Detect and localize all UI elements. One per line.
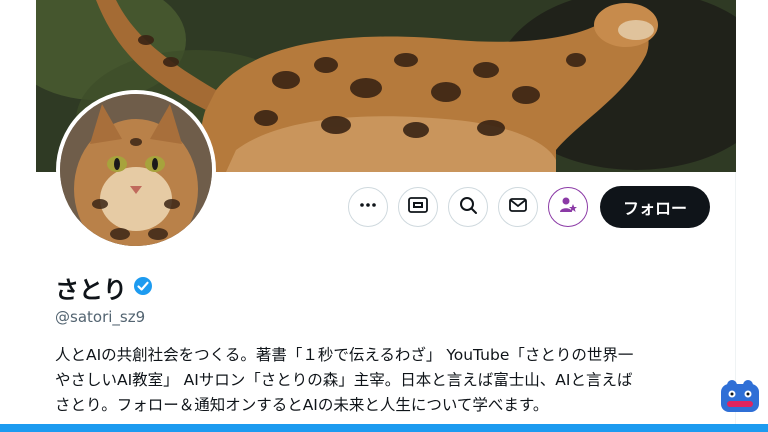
subscribe-icon	[558, 195, 578, 219]
profile-handle: @satori_sz9	[55, 308, 146, 326]
mascot-icon	[718, 378, 762, 416]
message-button[interactable]	[498, 187, 538, 227]
verified-badge-icon	[133, 274, 153, 302]
subscribe-button[interactable]	[548, 187, 588, 227]
bio-line-1: 人とAIの共創社会をつくる。著書「１秒で伝えるわざ」 YouTube「さとりの世…	[55, 346, 634, 364]
bio-line-3: さとり。フォロー＆通知オンするとAIの未来と人生について学べます。	[55, 396, 549, 414]
bottom-accent-bar	[0, 424, 768, 432]
more-button[interactable]	[348, 187, 388, 227]
search-icon	[458, 195, 478, 219]
profile-bio: 人とAIの共創社会をつくる。著書「１秒で伝えるわざ」 YouTube「さとりの世…	[55, 343, 715, 418]
more-icon	[358, 195, 378, 219]
right-margin	[735, 0, 768, 432]
bio-line-2: やさしいAI教室」 AIサロン「さとりの森」主宰。日本と言えば富士山、AIと言え…	[55, 371, 633, 389]
avatar-image	[60, 94, 212, 246]
profile-actions: フォロー	[348, 186, 710, 228]
profile-name-text: さとり	[55, 276, 127, 304]
avatar[interactable]	[56, 90, 216, 250]
left-margin	[0, 0, 36, 432]
message-icon	[508, 195, 528, 219]
profile-name: さとり	[55, 270, 153, 305]
search-button[interactable]	[448, 187, 488, 227]
follow-button[interactable]: フォロー	[600, 186, 710, 228]
grok-button[interactable]	[398, 187, 438, 227]
grok-icon	[407, 195, 429, 219]
